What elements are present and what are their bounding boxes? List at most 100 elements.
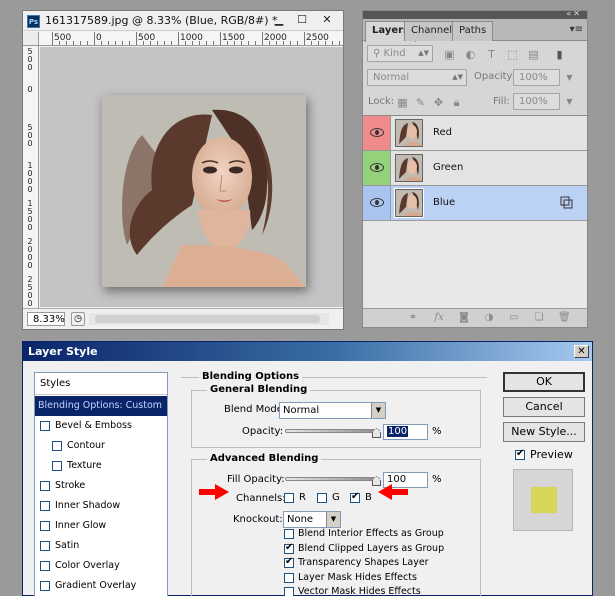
style-item[interactable]: Bevel & Emboss — [35, 416, 167, 436]
layer-thumbnail[interactable] — [394, 188, 424, 218]
channel-b-checkbox[interactable] — [350, 491, 360, 503]
fill-opacity-slider[interactable] — [285, 477, 380, 481]
close-icon[interactable]: ✕ — [316, 13, 338, 28]
ruler-tick — [171, 41, 172, 45]
style-item[interactable]: Blending Options: Custom — [35, 396, 167, 416]
ruler-horizontal[interactable]: 5000500100015002000250030003500 — [39, 32, 343, 46]
option-label: Blend Interior Effects as Group — [298, 528, 444, 539]
opacity-dropdown-icon[interactable]: ▼ — [563, 71, 576, 84]
style-checkbox[interactable] — [40, 561, 50, 571]
option-checkbox[interactable] — [284, 572, 294, 583]
style-checkbox[interactable] — [40, 521, 50, 531]
layer-name[interactable]: Red — [433, 127, 452, 138]
ruler-tick — [143, 41, 144, 45]
style-checkbox[interactable] — [52, 461, 62, 471]
new-layer-icon[interactable]: ❏ — [533, 312, 545, 324]
status-bar: 8.33% ◷ — [23, 308, 343, 329]
option-checkbox[interactable] — [284, 529, 294, 539]
styles-header[interactable]: Styles — [35, 373, 167, 395]
horizontal-scrollbar[interactable] — [89, 313, 329, 325]
document-titlebar[interactable]: Ps 161317589.jpg @ 8.33% (Blue, RGB/8#) … — [23, 11, 343, 31]
layer-thumbnail[interactable] — [395, 119, 423, 147]
visibility-toggle[interactable] — [363, 151, 391, 185]
ruler-tick — [241, 41, 242, 45]
style-checkbox[interactable] — [40, 541, 50, 551]
style-checkbox[interactable] — [40, 421, 50, 431]
tab-paths[interactable]: Paths — [452, 21, 494, 41]
opacity-input[interactable]: 100 — [383, 424, 428, 440]
adjustment-layer-icon[interactable]: ◑ — [483, 312, 495, 324]
option-checkbox[interactable] — [284, 556, 294, 568]
link-layers-icon[interactable]: ⚭ — [407, 312, 419, 324]
type-filter-icon[interactable]: T — [485, 48, 498, 61]
status-info-icon[interactable]: ◷ — [71, 312, 85, 326]
style-checkbox[interactable] — [52, 441, 62, 451]
fx-icon[interactable]: fx — [433, 312, 445, 324]
canvas-photo[interactable] — [102, 95, 306, 287]
filter-kind-select[interactable]: ⚲ Kind ▲▼ — [367, 45, 433, 62]
canvas-area[interactable] — [40, 47, 343, 307]
dialog-close-button[interactable]: ✕ — [574, 345, 589, 358]
shape-filter-icon[interactable]: ⬚ — [506, 48, 519, 61]
panel-header-bar[interactable]: «✕ — [363, 9, 587, 19]
lock-all-icon[interactable]: 🔒︎ — [450, 96, 463, 109]
blend-row: Normal ▲▼ Opacity: 100% ▼ — [363, 69, 587, 91]
lock-position-icon[interactable]: ✥ — [432, 96, 445, 109]
ok-button[interactable]: OK — [503, 372, 585, 392]
preview-checkbox[interactable] — [515, 448, 525, 460]
channel-r-checkbox[interactable] — [284, 493, 294, 503]
layer-name[interactable]: Blue — [433, 197, 455, 208]
style-item[interactable]: Satin — [35, 536, 167, 556]
style-item[interactable]: Texture — [35, 456, 167, 476]
opacity-slider[interactable] — [285, 429, 380, 433]
fill-field[interactable]: 100% — [513, 93, 560, 110]
style-item[interactable]: Stroke — [35, 476, 167, 496]
new-group-icon[interactable]: ▭ — [508, 312, 520, 324]
ruler-vertical[interactable]: 500050010001500200025003000 — [23, 46, 39, 308]
trash-icon[interactable]: 🗑︎ — [558, 312, 571, 324]
style-item[interactable]: Contour — [35, 436, 167, 456]
style-item[interactable]: Inner Shadow — [35, 496, 167, 516]
option-checkbox[interactable] — [284, 587, 294, 596]
adjustment-filter-icon[interactable]: ◐ — [464, 48, 477, 61]
fill-dropdown-icon[interactable]: ▼ — [563, 95, 576, 108]
option-checkbox[interactable] — [284, 542, 294, 554]
style-item[interactable]: Color Overlay — [35, 556, 167, 576]
blend-mode-select[interactable]: Normal ▲▼ — [367, 69, 467, 86]
ruler-tick — [122, 41, 123, 45]
style-checkbox[interactable] — [40, 501, 50, 511]
add-mask-icon[interactable]: ◙ — [458, 312, 470, 324]
layer-name[interactable]: Green — [433, 162, 463, 173]
opacity-field[interactable]: 100% — [513, 69, 560, 86]
channel-g-checkbox[interactable] — [317, 493, 327, 503]
filter-toggle-icon[interactable]: ▮ — [553, 48, 566, 61]
ruler-corner[interactable] — [23, 32, 39, 46]
layer-row-green[interactable]: Green — [363, 151, 587, 186]
knockout-dropdown[interactable]: None ▼ — [283, 511, 341, 528]
minimize-icon[interactable]: ▁ — [268, 13, 290, 28]
pixel-filter-icon[interactable]: ▣ — [443, 48, 456, 61]
style-checkbox[interactable] — [40, 581, 50, 591]
layer-list: Red Green Blue — [363, 115, 587, 308]
visibility-toggle[interactable] — [363, 116, 391, 150]
ruler-tick-label: 1500 — [27, 199, 33, 232]
cancel-button[interactable]: Cancel — [503, 397, 585, 417]
style-item[interactable]: Inner Glow — [35, 516, 167, 536]
dialog-titlebar[interactable]: Layer Style ✕ — [23, 342, 592, 361]
maximize-icon[interactable]: ☐ — [291, 13, 313, 28]
scrollbar-thumb[interactable] — [95, 315, 320, 323]
panel-menu-icon[interactable]: ▾≡ — [570, 24, 583, 35]
layer-row-blue[interactable]: Blue — [363, 186, 587, 221]
lock-transparent-icon[interactable]: ▦ — [396, 96, 409, 109]
style-item[interactable]: Gradient Overlay — [35, 576, 167, 596]
new-style-button[interactable]: New Style... — [503, 422, 585, 442]
layer-thumbnail[interactable] — [395, 154, 423, 182]
smart-object-filter-icon[interactable]: ▤ — [527, 48, 540, 61]
zoom-field[interactable]: 8.33% — [27, 312, 65, 326]
blend-mode-dropdown[interactable]: Normal ▼ — [279, 402, 386, 419]
layer-row-red[interactable]: Red — [363, 116, 587, 151]
style-checkbox[interactable] — [40, 481, 50, 491]
panel-footer: ⚭ fx ◙ ◑ ▭ ❏ 🗑︎ — [363, 308, 587, 327]
lock-image-icon[interactable]: ✎ — [414, 96, 427, 109]
visibility-toggle[interactable] — [363, 186, 391, 220]
